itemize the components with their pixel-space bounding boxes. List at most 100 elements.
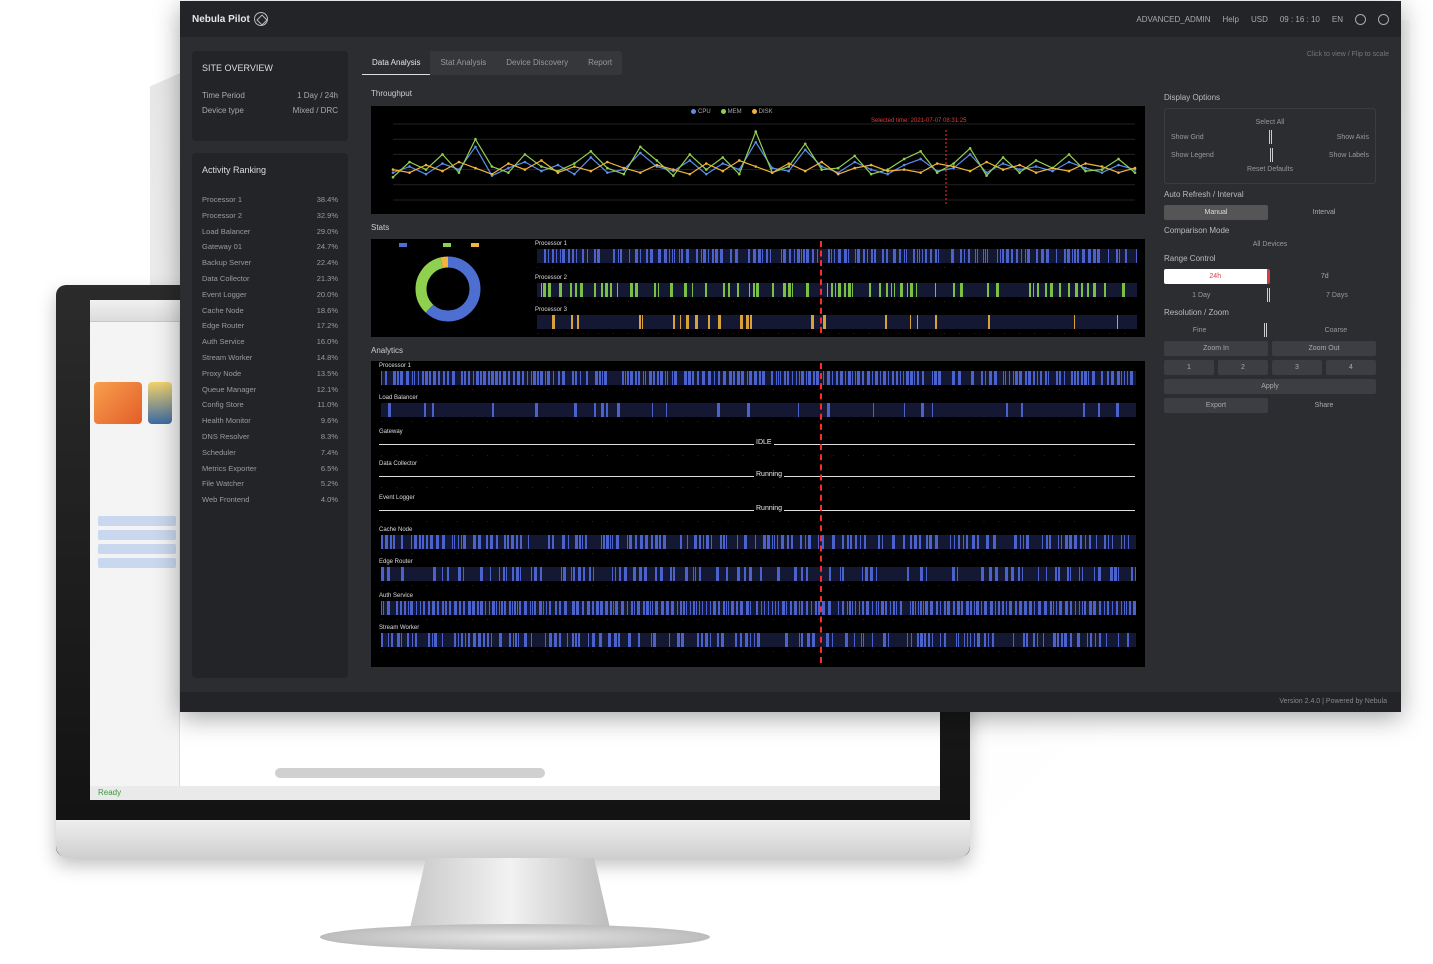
data-point[interactable]	[424, 172, 428, 176]
data-point[interactable]	[1034, 171, 1038, 174]
data-point[interactable]	[688, 172, 692, 176]
data-point[interactable]	[523, 160, 527, 164]
data-point[interactable]	[886, 172, 889, 176]
data-point[interactable]	[1100, 165, 1104, 168]
data-point[interactable]	[919, 150, 922, 153]
data-point[interactable]	[441, 169, 444, 173]
ranking-row[interactable]: Load Balancer 29.0%	[202, 227, 338, 243]
data-point[interactable]	[589, 169, 593, 173]
event-track[interactable]	[537, 249, 1137, 263]
data-point[interactable]	[1001, 156, 1005, 159]
data-point[interactable]	[622, 172, 626, 176]
data-point[interactable]	[507, 162, 510, 165]
ranking-row[interactable]: Stream Worker 14.8%	[202, 353, 338, 369]
top-link-help[interactable]: Help	[1223, 15, 1239, 24]
inner-tree-item[interactable]	[98, 558, 176, 568]
inner-tree-item[interactable]	[98, 544, 176, 554]
tab-stat-analysis[interactable]: Stat Analysis	[430, 51, 496, 75]
data-point[interactable]	[935, 162, 939, 165]
inner-tree-item[interactable]	[98, 530, 176, 540]
series-line-disk[interactable]	[392, 159, 1136, 175]
zoom-out-button[interactable]: Zoom Out	[1272, 341, 1376, 356]
top-link-currency[interactable]: USD	[1251, 15, 1268, 24]
data-point[interactable]	[721, 156, 725, 159]
data-point[interactable]	[1117, 157, 1120, 161]
data-point[interactable]	[688, 159, 692, 162]
inner-tree-item[interactable]	[98, 516, 176, 526]
data-point[interactable]	[853, 166, 856, 170]
data-point[interactable]	[902, 163, 906, 167]
data-point[interactable]	[639, 151, 642, 155]
data-point[interactable]	[770, 171, 774, 174]
data-point[interactable]	[507, 166, 510, 170]
ranking-row[interactable]: Proxy Node 13.5%	[202, 369, 338, 385]
data-point[interactable]	[704, 172, 708, 176]
data-point[interactable]	[1034, 159, 1038, 162]
event-track[interactable]	[537, 283, 1137, 297]
data-point[interactable]	[952, 162, 955, 165]
resolution-coarse[interactable]: Coarse	[1325, 327, 1348, 334]
range-preset-7d[interactable]: 7 Days	[1326, 292, 1348, 299]
top-link-user[interactable]: ADVANCED_ADMIN	[1136, 15, 1210, 24]
data-point[interactable]	[573, 172, 576, 176]
event-track[interactable]	[381, 535, 1136, 549]
data-point[interactable]	[573, 165, 576, 168]
data-point[interactable]	[1034, 165, 1038, 168]
data-point[interactable]	[1133, 166, 1137, 170]
share-button[interactable]: Share	[1272, 398, 1376, 413]
data-point[interactable]	[556, 171, 560, 174]
zoom-level-3-button[interactable]: 3	[1272, 360, 1322, 375]
ranking-row[interactable]: Data Collector 21.3%	[202, 274, 338, 290]
ranking-row[interactable]: Processor 1 38.4%	[202, 195, 338, 211]
data-point[interactable]	[408, 171, 411, 174]
data-point[interactable]	[441, 153, 444, 156]
distribution-donut-chart[interactable]	[371, 239, 531, 337]
data-point[interactable]	[968, 153, 972, 156]
event-track[interactable]	[381, 371, 1136, 385]
data-point[interactable]	[474, 137, 477, 141]
range-7d-button[interactable]: 7d	[1274, 269, 1377, 284]
data-point[interactable]	[754, 165, 758, 168]
data-point[interactable]	[1001, 168, 1005, 171]
event-track[interactable]	[381, 633, 1136, 647]
data-point[interactable]	[902, 157, 906, 161]
data-point[interactable]	[424, 163, 428, 167]
data-point[interactable]	[573, 162, 576, 165]
data-point[interactable]	[606, 160, 609, 164]
data-point[interactable]	[424, 168, 428, 171]
range-preset-1d[interactable]: 1 Day	[1192, 292, 1210, 299]
data-point[interactable]	[803, 169, 807, 173]
tab-report[interactable]: Report	[578, 51, 622, 75]
ranking-row[interactable]: Auth Service 16.0%	[202, 337, 338, 353]
ranking-row[interactable]: Processor 2 32.9%	[202, 211, 338, 227]
data-point[interactable]	[902, 168, 906, 171]
data-point[interactable]	[474, 166, 477, 170]
data-point[interactable]	[952, 165, 955, 168]
data-point[interactable]	[408, 165, 411, 168]
data-point[interactable]	[606, 171, 609, 174]
data-point[interactable]	[787, 169, 791, 173]
event-track[interactable]	[537, 315, 1137, 329]
data-point[interactable]	[507, 171, 510, 174]
ranking-row[interactable]: Backup Server 22.4%	[202, 258, 338, 274]
data-point[interactable]	[688, 153, 692, 156]
data-point[interactable]	[704, 162, 708, 165]
data-point[interactable]	[737, 159, 741, 162]
inner-app-tile-chart-icon[interactable]	[94, 382, 142, 424]
tab-device-discovery[interactable]: Device Discovery	[496, 51, 578, 75]
data-point[interactable]	[1067, 160, 1071, 164]
select-all-toggle[interactable]: Select All	[1171, 119, 1369, 126]
data-point[interactable]	[540, 169, 543, 173]
ranking-row[interactable]: Health Monitor 9.6%	[202, 416, 338, 432]
data-point[interactable]	[589, 150, 593, 153]
data-point[interactable]	[391, 171, 395, 174]
data-point[interactable]	[1051, 166, 1054, 170]
data-point[interactable]	[1117, 171, 1120, 174]
data-point[interactable]	[1067, 169, 1071, 173]
ranking-row[interactable]: File Watcher 5.2%	[202, 479, 338, 495]
data-point[interactable]	[1018, 171, 1021, 174]
apply-button[interactable]: Apply	[1164, 379, 1376, 394]
option-show-grid[interactable]: Show Grid	[1171, 134, 1204, 141]
ranking-row[interactable]: Event Logger 20.0%	[202, 290, 338, 306]
data-point[interactable]	[408, 160, 411, 164]
